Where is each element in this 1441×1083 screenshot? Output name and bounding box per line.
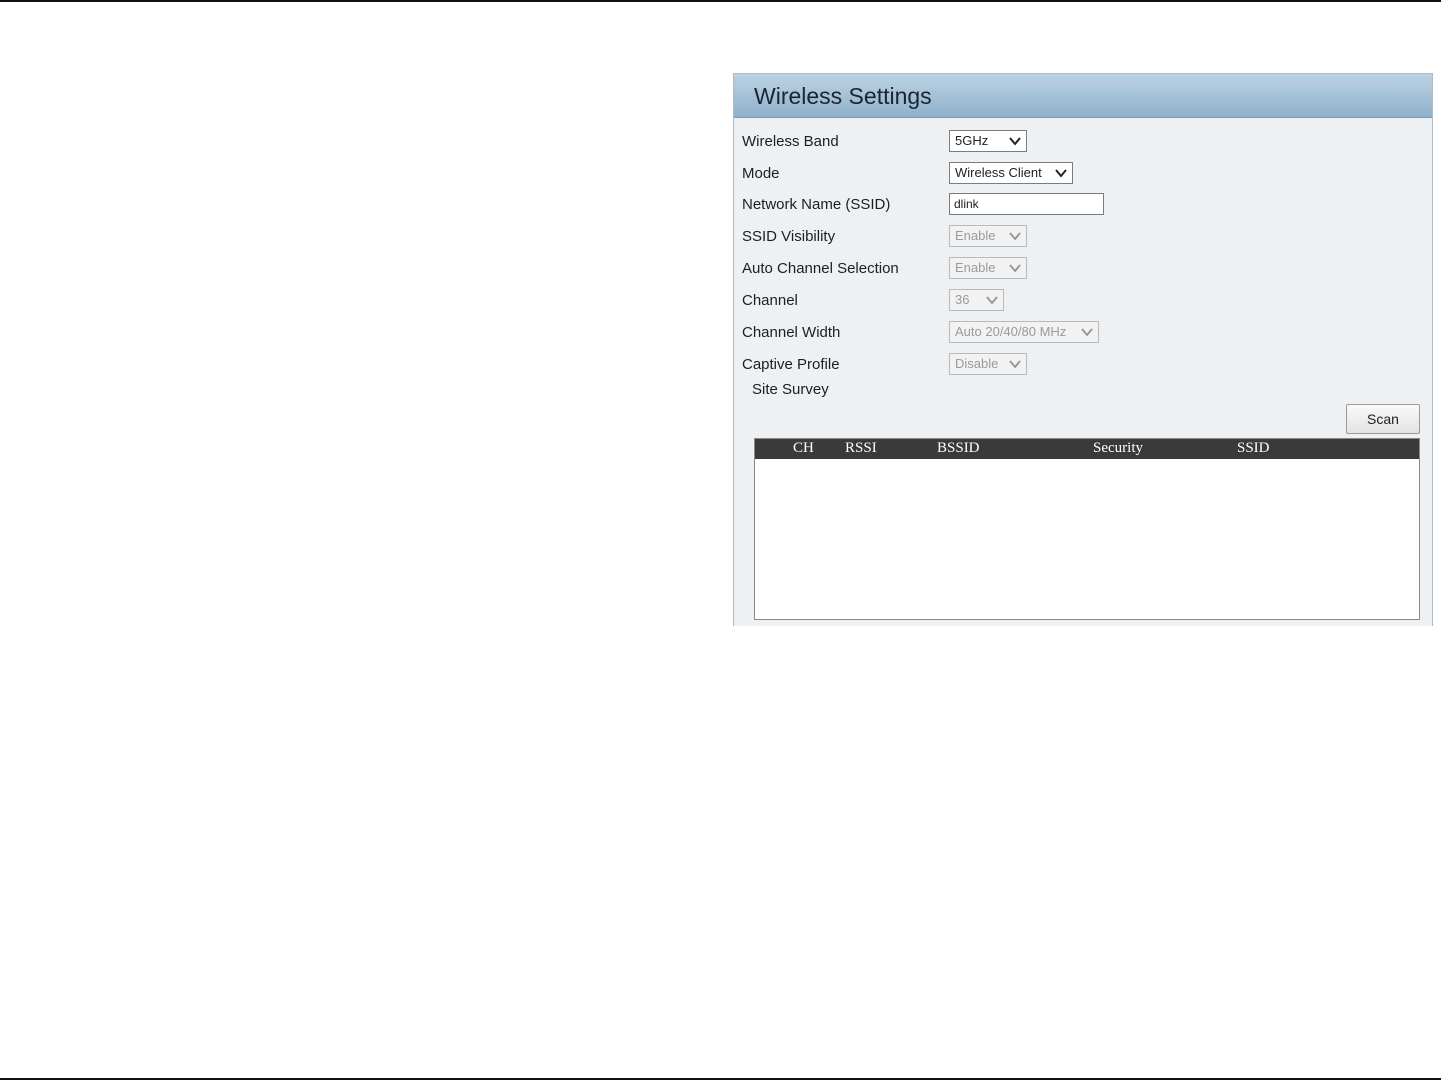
chevron-down-icon: [1009, 232, 1021, 241]
channel-width-label: Channel Width: [742, 324, 841, 341]
top-rule: [0, 0, 1441, 2]
bottom-rule: [0, 1078, 1441, 1080]
wireless-settings-panel: Wireless Settings Wireless Band 5GHz Mod…: [733, 73, 1433, 626]
column-header-rssi: RSSI: [845, 440, 877, 456]
ssid-visibility-row: SSID Visibility Enable: [742, 225, 1422, 251]
captive-profile-label: Captive Profile: [742, 356, 840, 373]
ssid-label: Network Name (SSID): [742, 196, 891, 213]
chevron-down-icon: [1055, 169, 1067, 178]
channel-value: 36: [955, 292, 970, 307]
ssid-visibility-select[interactable]: Enable: [949, 225, 1027, 247]
auto-channel-row: Auto Channel Selection Enable: [742, 257, 1422, 283]
auto-channel-select[interactable]: Enable: [949, 257, 1027, 279]
site-survey-table-header: CH RSSI BSSID Security SSID: [755, 439, 1419, 459]
column-header-security: Security: [1093, 440, 1143, 456]
channel-width-select[interactable]: Auto 20/40/80 MHz: [949, 321, 1099, 343]
chevron-down-icon: [1009, 137, 1021, 146]
ssid-input[interactable]: dlink: [949, 193, 1104, 215]
panel-title: Wireless Settings: [734, 74, 1432, 118]
mode-row: Mode Wireless Client: [742, 162, 1422, 188]
channel-row: Channel 36: [742, 289, 1422, 315]
captive-profile-row: Captive Profile Disable: [742, 353, 1422, 379]
auto-channel-value: Enable: [955, 260, 996, 275]
column-header-ssid: SSID: [1237, 440, 1270, 456]
ssid-visibility-value: Enable: [955, 228, 996, 243]
mode-value: Wireless Client: [955, 165, 1042, 180]
chevron-down-icon: [1081, 328, 1093, 337]
column-header-bssid: BSSID: [937, 440, 980, 456]
captive-profile-select[interactable]: Disable: [949, 353, 1027, 375]
auto-channel-label: Auto Channel Selection: [742, 260, 899, 277]
wireless-band-value: 5GHz: [955, 133, 989, 148]
chevron-down-icon: [986, 296, 998, 305]
chevron-down-icon: [1009, 264, 1021, 273]
chevron-down-icon: [1009, 360, 1021, 369]
mode-select[interactable]: Wireless Client: [949, 162, 1073, 184]
captive-profile-value: Disable: [955, 356, 999, 371]
site-survey-label: Site Survey: [752, 381, 829, 398]
ssid-row: Network Name (SSID) dlink: [742, 193, 1422, 219]
channel-width-value: Auto 20/40/80 MHz: [955, 324, 1067, 339]
mode-label: Mode: [742, 165, 780, 182]
channel-label: Channel: [742, 292, 798, 309]
wireless-band-label: Wireless Band: [742, 133, 839, 150]
wireless-band-row: Wireless Band 5GHz: [742, 130, 1422, 156]
channel-width-row: Channel Width Auto 20/40/80 MHz: [742, 321, 1422, 347]
wireless-band-select[interactable]: 5GHz: [949, 130, 1027, 152]
ssid-value: dlink: [954, 197, 979, 211]
ssid-visibility-label: SSID Visibility: [742, 228, 836, 245]
scan-button[interactable]: Scan: [1346, 404, 1420, 434]
channel-select[interactable]: 36: [949, 289, 1004, 311]
site-survey-table: CH RSSI BSSID Security SSID: [754, 438, 1420, 620]
column-header-ch: CH: [793, 440, 814, 456]
